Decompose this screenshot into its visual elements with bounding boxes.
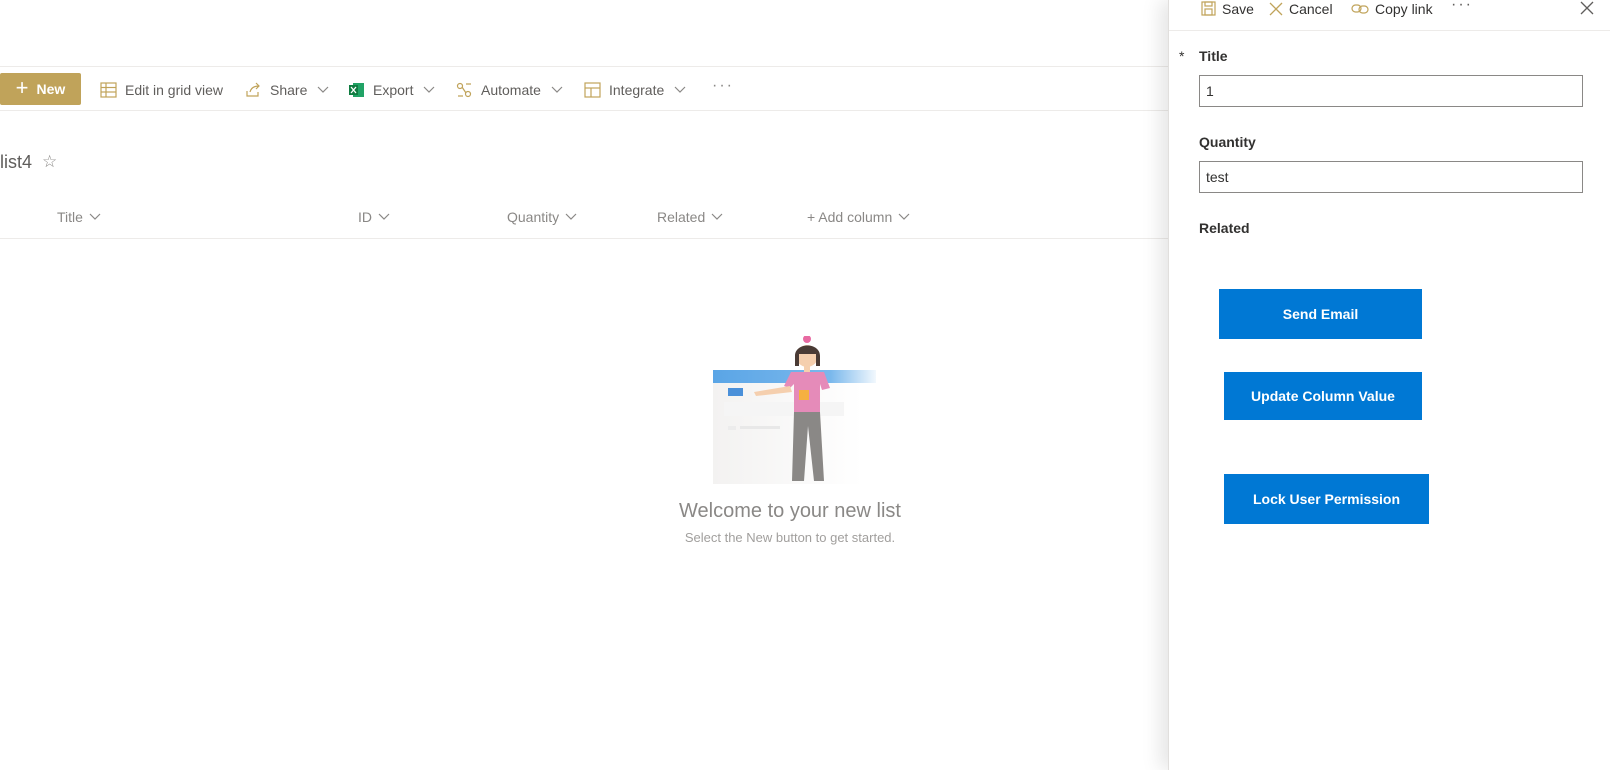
column-header-label: Quantity xyxy=(507,209,560,225)
panel-more-button[interactable]: ··· xyxy=(1451,0,1473,14)
share-button[interactable]: Share xyxy=(245,79,329,101)
panel-command-bar: Save Cancel Copy link ··· xyxy=(1169,0,1610,31)
integrate-icon xyxy=(584,82,601,98)
column-header-label: Related xyxy=(657,209,706,225)
integrate-label: Integrate xyxy=(609,82,665,98)
chevron-down-icon xyxy=(674,86,686,93)
excel-icon xyxy=(349,83,364,97)
empty-state-title: Welcome to your new list xyxy=(679,500,901,522)
integrate-button[interactable]: Integrate xyxy=(584,79,686,101)
quantity-field-label: Quantity xyxy=(1199,134,1256,150)
share-label: Share xyxy=(270,82,308,98)
add-column-button[interactable]: + Add column xyxy=(807,209,910,225)
title-field-label: Title xyxy=(1199,48,1228,64)
grid-icon xyxy=(100,82,117,98)
cancel-button[interactable]: Cancel xyxy=(1269,0,1333,17)
close-icon xyxy=(1269,2,1283,15)
automate-button[interactable]: Automate xyxy=(456,79,563,101)
share-icon xyxy=(246,82,260,97)
copy-link-button[interactable]: Copy link xyxy=(1351,0,1433,17)
save-label: Save xyxy=(1222,0,1254,17)
chevron-down-icon xyxy=(711,213,723,220)
new-button[interactable]: + New xyxy=(0,73,81,105)
favorite-star-icon[interactable]: ☆ xyxy=(42,152,57,172)
lock-user-permission-button[interactable]: Lock User Permission xyxy=(1224,474,1429,524)
welcome-illustration-icon xyxy=(713,336,876,484)
save-button[interactable]: Save xyxy=(1201,0,1254,17)
empty-state-subtitle: Select the New button to get started. xyxy=(684,530,896,545)
chevron-down-icon xyxy=(378,213,390,220)
chevron-down-icon xyxy=(317,86,329,93)
export-label: Export xyxy=(373,82,414,98)
column-header-related[interactable]: Related xyxy=(657,209,723,225)
list-title: list4 xyxy=(0,151,33,172)
add-column-label: + Add column xyxy=(807,209,893,225)
list-title-row: list4 ☆ xyxy=(0,150,57,174)
cancel-label: Cancel xyxy=(1289,0,1333,17)
quantity-field[interactable] xyxy=(1199,161,1583,193)
link-icon xyxy=(1351,3,1369,14)
automate-icon xyxy=(456,82,472,98)
edit-grid-view-label: Edit in grid view xyxy=(125,82,224,98)
column-header-id[interactable]: ID xyxy=(358,209,390,225)
column-header-label: Title xyxy=(57,209,83,225)
more-commands-button[interactable]: ··· xyxy=(712,77,734,95)
edit-item-panel: Save Cancel Copy link ··· * Title Quanti… xyxy=(1168,0,1610,770)
title-field[interactable] xyxy=(1199,75,1583,107)
empty-state: Welcome to your new list Select the New … xyxy=(660,330,920,550)
chevron-down-icon xyxy=(551,86,563,93)
list-area: + New Edit in grid view Share Export Aut… xyxy=(0,0,1168,770)
automate-label: Automate xyxy=(481,82,541,98)
required-marker: * xyxy=(1179,48,1185,64)
edit-grid-view-button[interactable]: Edit in grid view xyxy=(100,79,223,101)
chevron-down-icon xyxy=(89,213,101,220)
panel-close-icon[interactable] xyxy=(1579,0,1595,16)
update-column-value-button[interactable]: Update Column Value xyxy=(1224,372,1422,420)
column-header-label: ID xyxy=(358,209,372,225)
save-icon xyxy=(1201,1,1216,16)
plus-icon: + xyxy=(15,75,29,100)
chevron-down-icon xyxy=(898,213,910,220)
new-label: New xyxy=(36,81,66,97)
column-header-title[interactable]: Title xyxy=(57,209,101,225)
column-header-quantity[interactable]: Quantity xyxy=(507,209,577,225)
export-button[interactable]: Export xyxy=(348,79,435,101)
copy-link-label: Copy link xyxy=(1375,0,1433,17)
chevron-down-icon xyxy=(424,86,435,93)
chevron-down-icon xyxy=(565,213,577,220)
column-headers: Title ID Quantity Related + Add column xyxy=(0,203,1168,239)
command-bar: + New Edit in grid view Share Export Aut… xyxy=(0,66,1168,111)
send-email-button[interactable]: Send Email xyxy=(1219,289,1422,339)
related-field-label: Related xyxy=(1199,220,1250,236)
